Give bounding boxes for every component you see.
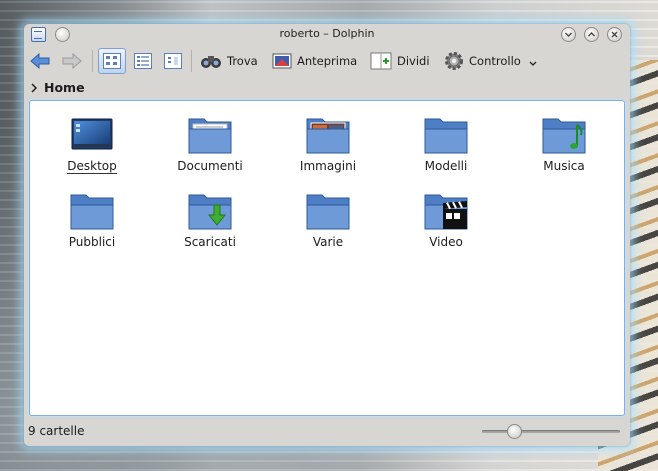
- folder-public-icon: [69, 191, 115, 231]
- folder-images-icon: [305, 115, 351, 155]
- toolbar-separator: [92, 50, 93, 72]
- preview-icon: [272, 53, 292, 69]
- item-label: Musica: [543, 159, 585, 173]
- folder-documents-icon: [187, 115, 233, 155]
- item-modelli[interactable]: Modelli: [396, 115, 496, 173]
- item-label: Varie: [312, 235, 344, 249]
- item-video[interactable]: Video: [396, 191, 496, 249]
- back-button[interactable]: [30, 49, 50, 73]
- desktop-icon: [69, 115, 115, 155]
- zoom-slider-handle[interactable]: [507, 424, 522, 439]
- control-menu-button[interactable]: Controllo: [444, 49, 538, 73]
- binoculars-icon: [201, 56, 221, 68]
- forward-button[interactable]: [62, 49, 82, 73]
- item-scaricati[interactable]: Scaricati: [160, 191, 260, 249]
- icons-view-button[interactable]: [98, 48, 126, 74]
- main-toolbar: Trova Anteprima Dividi Controllo: [24, 46, 630, 76]
- maximize-button[interactable]: [584, 27, 599, 42]
- item-label: Pubblici: [68, 235, 116, 249]
- folder-icon: [305, 191, 351, 231]
- gear-icon: [445, 52, 463, 70]
- item-label: Desktop: [67, 159, 117, 174]
- icons-view-icon: [103, 53, 121, 69]
- forward-arrow-icon: [62, 53, 82, 69]
- preview-label: Anteprima: [297, 54, 358, 68]
- window-title: roberto – Dolphin: [279, 27, 375, 40]
- split-view-icon: [370, 52, 392, 70]
- item-label: Modelli: [424, 159, 468, 173]
- item-label: Video: [429, 235, 463, 249]
- back-arrow-icon: [30, 53, 50, 69]
- folder-video-icon: [423, 191, 469, 231]
- item-label: Documenti: [177, 159, 243, 173]
- item-varie[interactable]: Varie: [278, 191, 378, 249]
- item-label: Immagini: [299, 159, 357, 173]
- preview-button[interactable]: Anteprima: [272, 49, 357, 73]
- item-desktop[interactable]: Desktop: [42, 115, 142, 174]
- minimize-button[interactable]: [561, 27, 576, 42]
- status-bar: 9 cartelle: [24, 418, 630, 444]
- split-label: Dividi: [397, 54, 430, 68]
- status-text: 9 cartelle: [28, 424, 85, 438]
- columns-view-button[interactable]: [160, 49, 186, 73]
- file-view[interactable]: Desktop Documenti Immagini Modelli Music…: [29, 100, 625, 416]
- split-button[interactable]: Dividi: [370, 49, 430, 73]
- item-musica[interactable]: Musica: [514, 115, 614, 173]
- breadcrumb-home[interactable]: Home: [44, 80, 85, 95]
- toolbar-separator: [191, 50, 192, 72]
- zoom-slider[interactable]: [482, 430, 620, 433]
- dolphin-window: roberto – Dolphin Trova Anteprima Dividi…: [24, 24, 630, 446]
- item-immagini[interactable]: Immagini: [278, 115, 378, 173]
- find-label: Trova: [227, 54, 258, 68]
- item-documenti[interactable]: Documenti: [160, 115, 260, 173]
- chevron-down-icon: [529, 61, 537, 66]
- folder-templates-icon: [423, 115, 469, 155]
- control-label: Controllo: [469, 54, 521, 68]
- folder-music-icon: [541, 115, 587, 155]
- details-view-icon: [134, 53, 152, 69]
- item-pubblici[interactable]: Pubblici: [42, 191, 142, 249]
- folder-downloads-icon: [187, 191, 233, 231]
- title-bar[interactable]: roberto – Dolphin: [24, 24, 630, 44]
- details-view-button[interactable]: [130, 49, 156, 73]
- close-button[interactable]: [607, 27, 622, 42]
- item-label: Scaricati: [184, 235, 236, 249]
- breadcrumb: Home: [30, 80, 85, 95]
- columns-view-icon: [164, 53, 182, 69]
- find-button[interactable]: Trova: [200, 49, 258, 73]
- chevron-right-icon[interactable]: [30, 82, 38, 93]
